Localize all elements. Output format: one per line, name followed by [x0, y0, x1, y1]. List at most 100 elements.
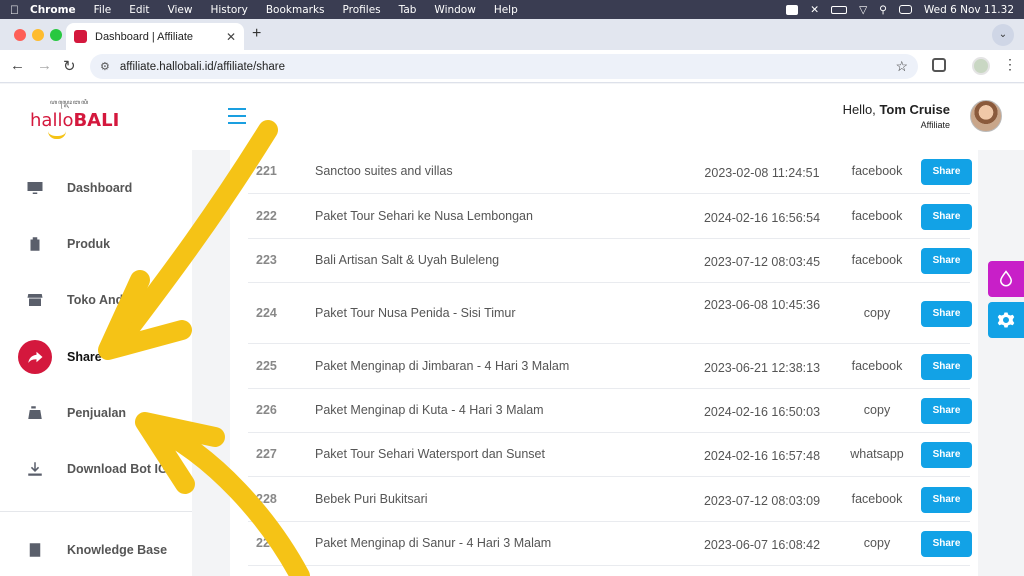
- row-product-name: Bebek Puri Bukitsari: [315, 491, 428, 506]
- menu-help[interactable]: Help: [494, 4, 518, 16]
- menu-file[interactable]: File: [94, 4, 112, 16]
- new-tab-button[interactable]: +: [252, 25, 261, 43]
- table-row: 229 Paket Menginap di Sanur - 4 Hari 3 Ma…: [248, 522, 972, 566]
- site-settings-icon[interactable]: ⚙: [100, 60, 110, 73]
- menu-window[interactable]: Window: [434, 4, 475, 16]
- wifi-icon[interactable]: ▽: [859, 4, 867, 16]
- hallobali-logo[interactable]: ꦲꦭ꧀ꦭꦺꦴꦧꦭꦶ halloBALI: [30, 98, 140, 139]
- minimize-window-button[interactable]: [32, 29, 44, 41]
- row-product-name: Paket Tour Sehari Watersport dan Sunset: [315, 447, 545, 461]
- menu-tab[interactable]: Tab: [399, 4, 417, 16]
- sidebar-item-dashboard[interactable]: Dashboard: [18, 171, 192, 205]
- forward-arrow-icon[interactable]: →: [37, 57, 52, 74]
- close-tab-icon[interactable]: ✕: [226, 30, 236, 44]
- table-row: 222 Paket Tour Sehari ke Nusa Lembongan 20…: [248, 194, 972, 239]
- row-id: 228: [256, 491, 277, 506]
- bluetooth-off-icon[interactable]: ✕: [810, 4, 819, 16]
- share-button[interactable]: Share: [921, 486, 972, 513]
- row-id: 226: [256, 403, 277, 417]
- row-date: 2024-02-16 16:50:03: [703, 405, 821, 419]
- table-row: 226 Paket Menginap di Kuta - 4 Hari 3 Mal…: [248, 389, 972, 433]
- menu-view[interactable]: View: [168, 4, 193, 16]
- table-row: 224 Paket Tour Nusa Penida - Sisi Timur 20…: [248, 283, 972, 344]
- logo-smile-icon: [48, 131, 66, 139]
- sidebar-item-toko[interactable]: Toko Anda: [18, 283, 192, 317]
- row-id: 227: [256, 447, 277, 461]
- page-header: Hello, Tom Cruise Affiliate: [192, 84, 1024, 150]
- share-table-card: 221 Sanctoo suites and villas 2023-02-08 1…: [230, 150, 978, 576]
- share-button[interactable]: Share: [921, 353, 972, 380]
- row-date: 2024-02-16 16:57:48: [703, 449, 821, 463]
- row-date: 2023-06-21 12:38:13: [703, 360, 821, 375]
- row-source: whatsapp: [850, 447, 904, 461]
- settings-button[interactable]: [988, 302, 1024, 338]
- apple-icon[interactable]: : [10, 3, 30, 17]
- back-arrow-icon[interactable]: ←: [10, 57, 25, 74]
- table-row: 227 Paket Tour Sehari Watersport dan Suns…: [248, 433, 972, 477]
- browser-tab-active[interactable]: Dashboard | Affiliate ✕: [66, 23, 244, 50]
- row-id: 223: [256, 253, 277, 267]
- menu-profiles[interactable]: Profiles: [343, 4, 381, 16]
- row-id: 221: [256, 164, 277, 178]
- share-button[interactable]: Share: [921, 248, 972, 274]
- close-window-button[interactable]: [14, 29, 26, 41]
- sidebar-item-label: Produk: [67, 237, 111, 251]
- sidebar-item-label: Dashboard: [67, 181, 133, 195]
- menu-bookmarks[interactable]: Bookmarks: [266, 4, 325, 16]
- macos-menu-bar:  Chrome File Edit View History Bookmark…: [0, 0, 1024, 19]
- address-bar[interactable]: ⚙ affiliate.hallobali.id/affiliate/share…: [90, 54, 918, 79]
- menu-edit[interactable]: Edit: [129, 4, 149, 16]
- sidebar-item-download-bot[interactable]: Download Bot IG: [18, 452, 192, 486]
- extensions-icon[interactable]: [932, 58, 946, 72]
- logo-hallo-text: hallo: [30, 110, 74, 131]
- menu-app-name[interactable]: Chrome: [30, 4, 76, 16]
- profile-avatar-icon[interactable]: [972, 57, 990, 75]
- url-text[interactable]: affiliate.hallobali.id/affiliate/share: [120, 61, 285, 73]
- sidebar-item-label: Download Bot IG: [67, 462, 168, 476]
- battery-icon[interactable]: [831, 5, 848, 14]
- tab-search-button[interactable]: ⌄: [992, 24, 1014, 46]
- menu-history[interactable]: History: [210, 4, 247, 16]
- row-id: 224: [256, 305, 277, 320]
- store-icon: [18, 283, 52, 317]
- cash-register-icon: [18, 396, 52, 430]
- row-id: 229: [256, 536, 277, 550]
- sidebar-item-knowledge-base[interactable]: Knowledge Base: [18, 533, 192, 567]
- share-button[interactable]: Share: [921, 300, 972, 327]
- user-greeting: Hello, Tom Cruise Affiliate: [843, 102, 950, 130]
- bookmark-star-icon[interactable]: ☆: [895, 58, 908, 75]
- share-icon: [18, 340, 52, 374]
- sidebar-item-label: Toko Anda: [67, 293, 131, 307]
- row-product-name: Paket Menginap di Jimbaran - 4 Hari 3 Ma…: [315, 358, 570, 373]
- share-button[interactable]: Share: [921, 159, 972, 185]
- share-button[interactable]: Share: [921, 531, 972, 557]
- share-button[interactable]: Share: [921, 442, 972, 468]
- row-source: facebook: [851, 253, 903, 267]
- sidebar-item-penjualan[interactable]: Penjualan: [18, 396, 192, 430]
- web-page: ꦲꦭ꧀ꦭꦺꦴꦧꦭꦶ halloBALI Dashboard Produk Tok…: [0, 84, 1024, 576]
- sidebar-item-share[interactable]: Share: [18, 340, 192, 374]
- reload-icon[interactable]: ↻: [63, 57, 76, 75]
- screen-share-icon[interactable]: [786, 4, 799, 15]
- avatar[interactable]: [970, 100, 1002, 132]
- droplet-icon: [999, 270, 1013, 287]
- row-date: 2023-06-07 16:08:42: [703, 538, 821, 552]
- browser-menu-icon[interactable]: ⋮: [1003, 56, 1017, 73]
- control-center-icon[interactable]: [898, 5, 912, 14]
- row-date: 2023-07-12 08:03:45: [703, 255, 821, 269]
- clock-text[interactable]: Wed 6 Nov 11.32: [924, 4, 1014, 16]
- user-name: Tom Cruise: [879, 102, 950, 117]
- share-button[interactable]: Share: [921, 203, 972, 230]
- row-product-name: Sanctoo suites and villas: [315, 164, 453, 178]
- row-id: 225: [256, 358, 277, 373]
- table-row: 221 Sanctoo suites and villas 2023-02-08 1…: [248, 150, 972, 194]
- row-product-name: Paket Tour Nusa Penida - Sisi Timur: [315, 305, 516, 320]
- row-date: 2023-06-08 10:45:36: [703, 297, 821, 312]
- hamburger-menu-icon[interactable]: [228, 108, 246, 124]
- sidebar-item-label: Knowledge Base: [67, 543, 168, 557]
- theme-color-button[interactable]: [988, 261, 1024, 297]
- zoom-window-button[interactable]: [50, 29, 62, 41]
- share-button[interactable]: Share: [921, 398, 972, 424]
- sidebar-item-produk[interactable]: Produk: [18, 227, 192, 261]
- spotlight-search-icon[interactable]: ⚲: [879, 4, 887, 16]
